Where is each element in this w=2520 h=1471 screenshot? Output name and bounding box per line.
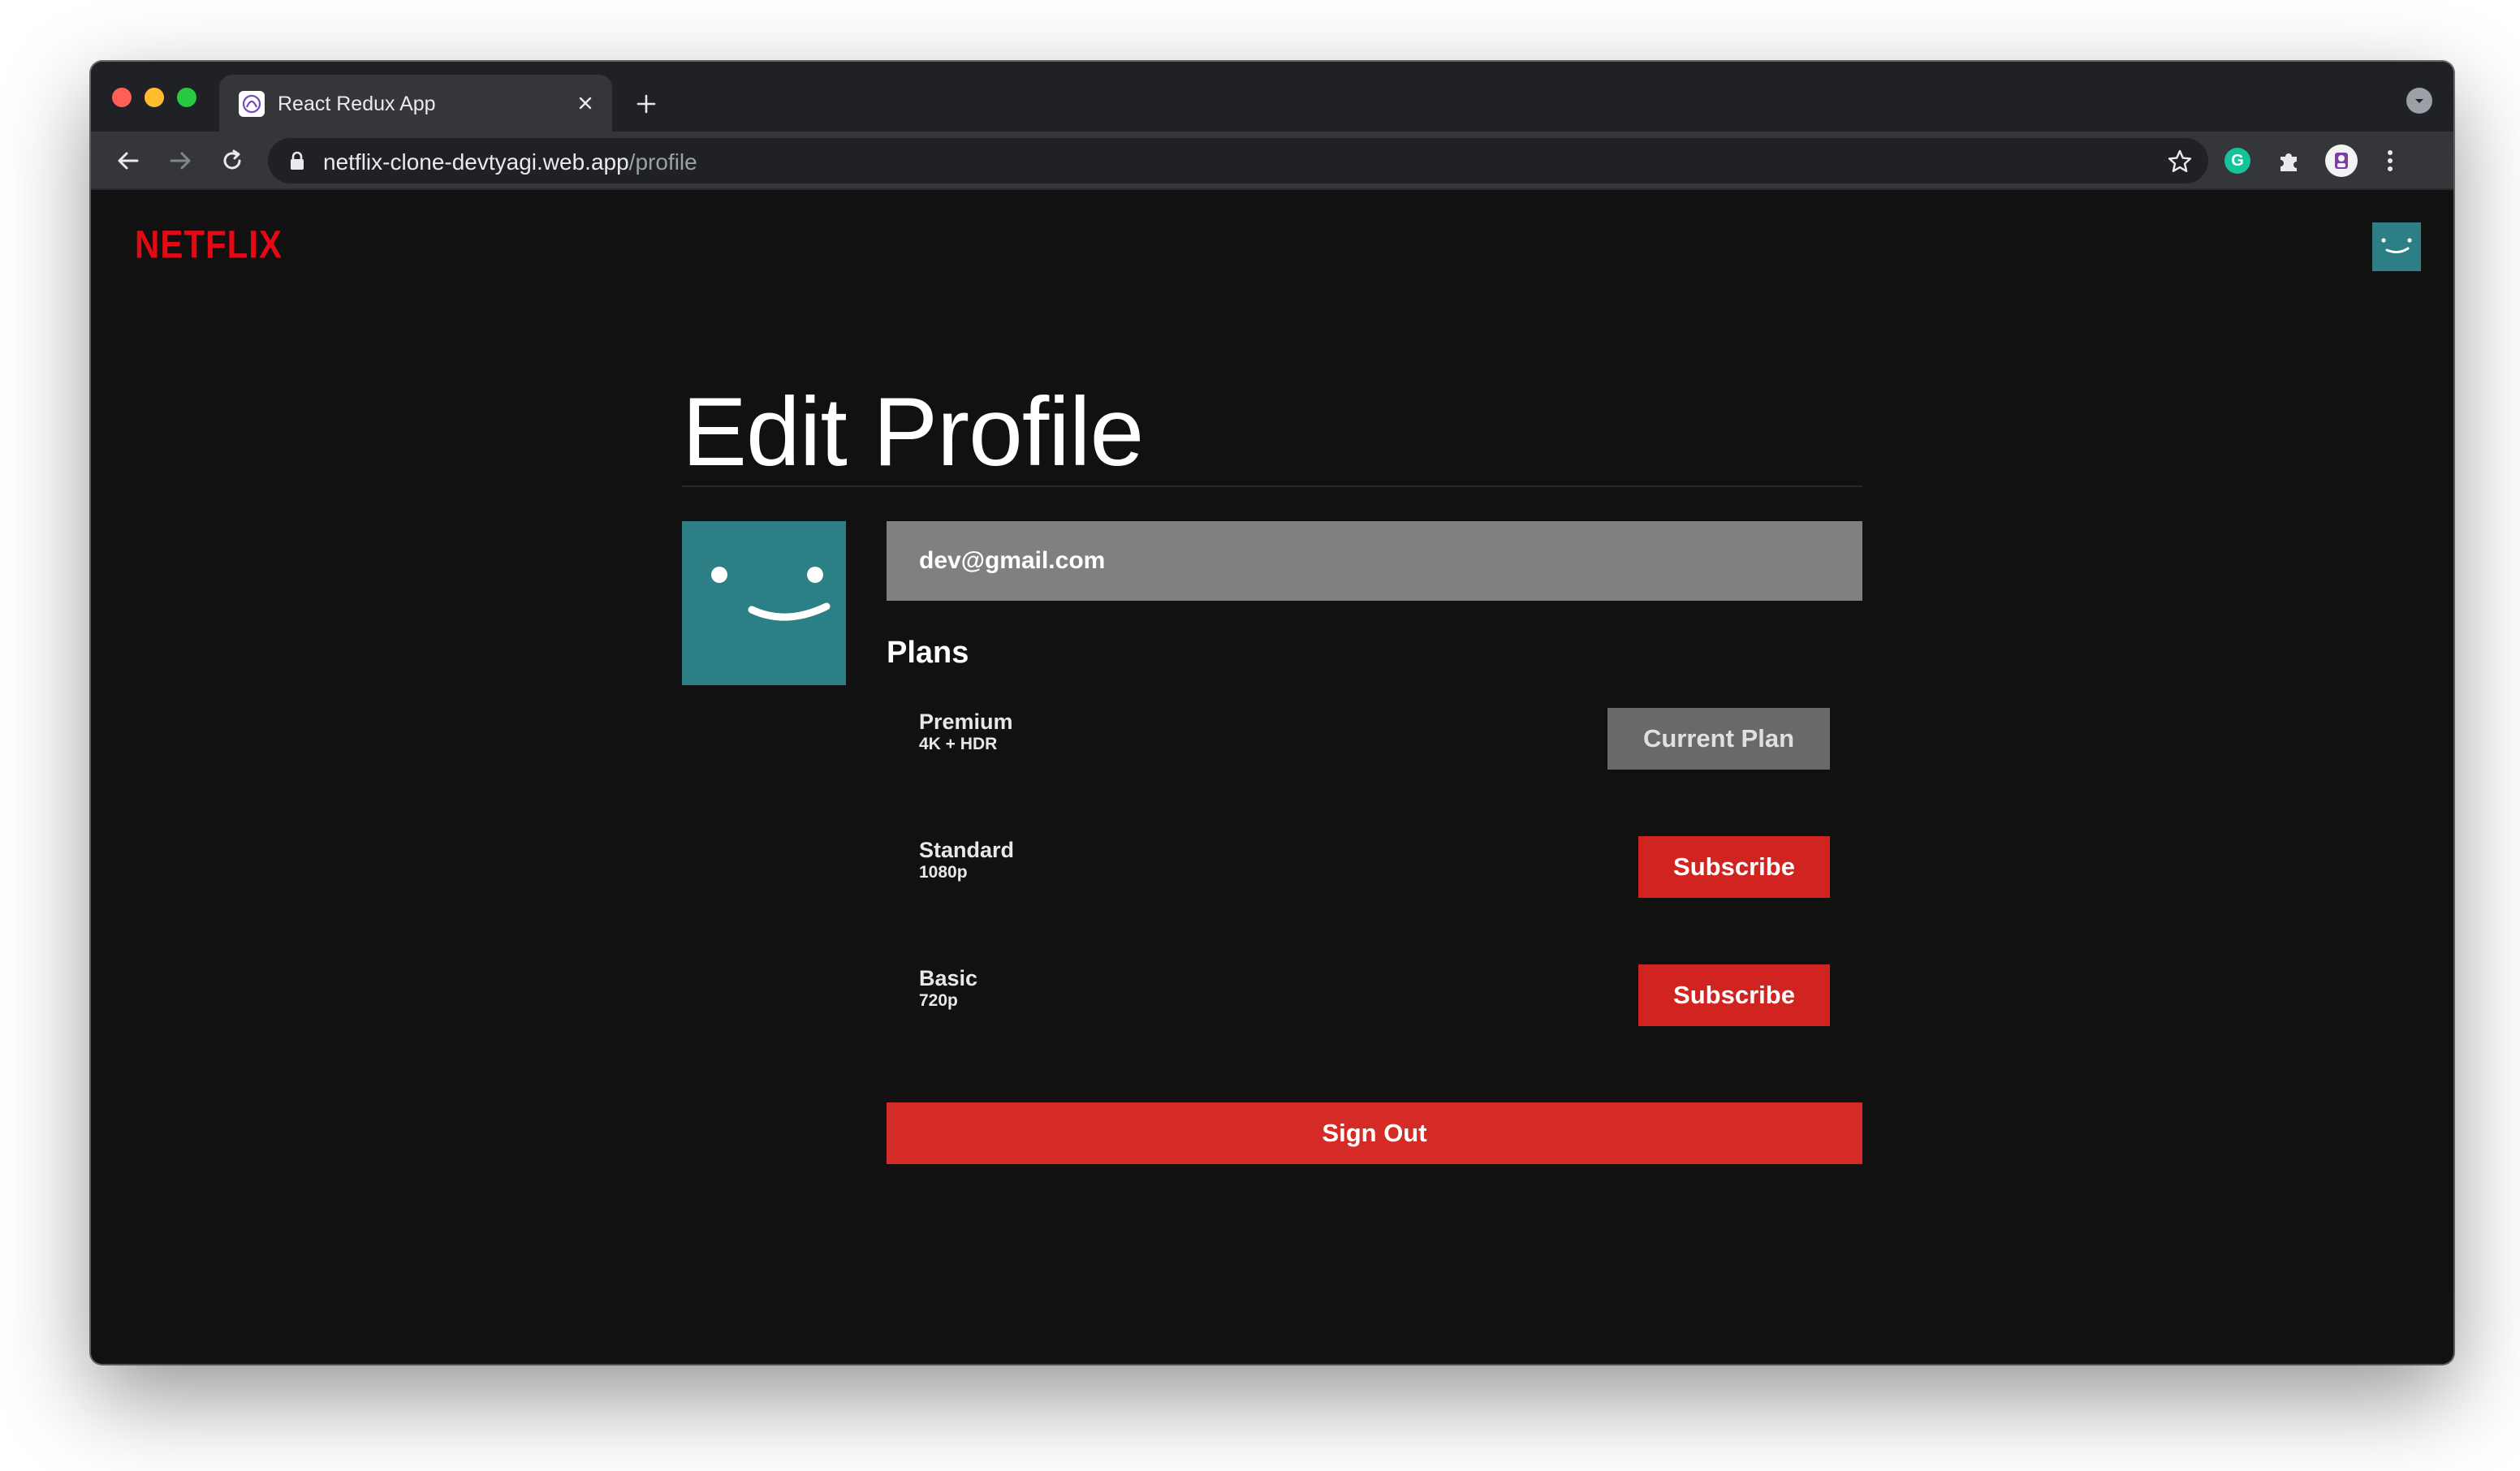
address-bar[interactable]: netflix-clone-devtyagi.web.app/profile bbox=[268, 138, 2208, 183]
plan-name: Premium bbox=[919, 710, 1013, 734]
title-divider bbox=[682, 485, 1862, 487]
browser-window: React Redux App netflix-clone-devtyagi.w… bbox=[91, 62, 2453, 1364]
profile-details: dev@gmail.com Plans Premium 4K + HDR Cur… bbox=[887, 521, 1862, 1164]
plan-quality: 720p bbox=[919, 991, 958, 1010]
close-icon[interactable] bbox=[572, 89, 599, 117]
profile-avatar-smiley-icon bbox=[682, 521, 846, 685]
netflix-logo[interactable]: NETFLIX bbox=[135, 222, 283, 267]
browser-tab[interactable]: React Redux App bbox=[219, 75, 612, 132]
kebab-menu-icon[interactable] bbox=[2372, 143, 2408, 179]
url-text: netflix-clone-devtyagi.web.app/profile bbox=[323, 149, 697, 175]
back-arrow-icon[interactable] bbox=[110, 143, 146, 179]
maximize-window-button[interactable] bbox=[177, 88, 196, 107]
reload-icon[interactable] bbox=[214, 143, 250, 179]
sign-out-button[interactable]: Sign Out bbox=[887, 1102, 1862, 1164]
nav-avatar-icon[interactable] bbox=[2372, 222, 2421, 271]
profile-page: NETFLIX Edit Profile dev@gmail.com Plans… bbox=[91, 190, 2453, 1364]
tab-strip: React Redux App bbox=[91, 62, 2453, 132]
react-redux-favicon-icon bbox=[239, 91, 265, 117]
grammarly-letter: G bbox=[2224, 148, 2250, 174]
minimize-window-button[interactable] bbox=[145, 88, 164, 107]
email-display: dev@gmail.com bbox=[887, 521, 1862, 601]
profile-avatar-icon[interactable] bbox=[2324, 143, 2359, 179]
plan-name: Basic bbox=[919, 966, 978, 990]
edit-profile-section: Edit Profile dev@gmail.com Plans Premium bbox=[682, 377, 1862, 1164]
browser-toolbar: netflix-clone-devtyagi.web.app/profile G bbox=[91, 132, 2453, 190]
bookmark-star-icon[interactable] bbox=[2166, 148, 2194, 175]
page-title: Edit Profile bbox=[682, 377, 1144, 486]
url-path: /profile bbox=[628, 149, 697, 175]
puzzle-icon[interactable] bbox=[2272, 143, 2307, 179]
lock-icon bbox=[291, 151, 304, 170]
plan-name: Standard bbox=[919, 838, 1015, 862]
grammarly-icon[interactable]: G bbox=[2220, 143, 2255, 179]
plan-quality: 4K + HDR bbox=[919, 735, 998, 753]
plan-row-standard: Standard 1080p Subscribe bbox=[919, 804, 1830, 932]
plan-row-basic: Basic 720p Subscribe bbox=[919, 932, 1830, 1060]
forward-arrow-icon[interactable] bbox=[162, 143, 198, 179]
close-window-button[interactable] bbox=[112, 88, 132, 107]
tab-title: React Redux App bbox=[278, 93, 436, 115]
tab-search-chevron-icon[interactable] bbox=[2406, 88, 2432, 114]
subscribe-basic-button[interactable]: Subscribe bbox=[1638, 964, 1830, 1026]
plan-quality: 1080p bbox=[919, 863, 968, 882]
current-plan-button[interactable]: Current Plan bbox=[1607, 708, 1830, 770]
plans-heading: Plans bbox=[887, 636, 969, 670]
plans-list: Premium 4K + HDR Current Plan Standard 1… bbox=[887, 675, 1862, 1060]
new-tab-plus-icon[interactable] bbox=[630, 88, 662, 120]
url-host: netflix-clone-devtyagi.web.app bbox=[323, 149, 629, 175]
plan-row-premium: Premium 4K + HDR Current Plan bbox=[919, 675, 1830, 804]
subscribe-standard-button[interactable]: Subscribe bbox=[1638, 836, 1830, 898]
